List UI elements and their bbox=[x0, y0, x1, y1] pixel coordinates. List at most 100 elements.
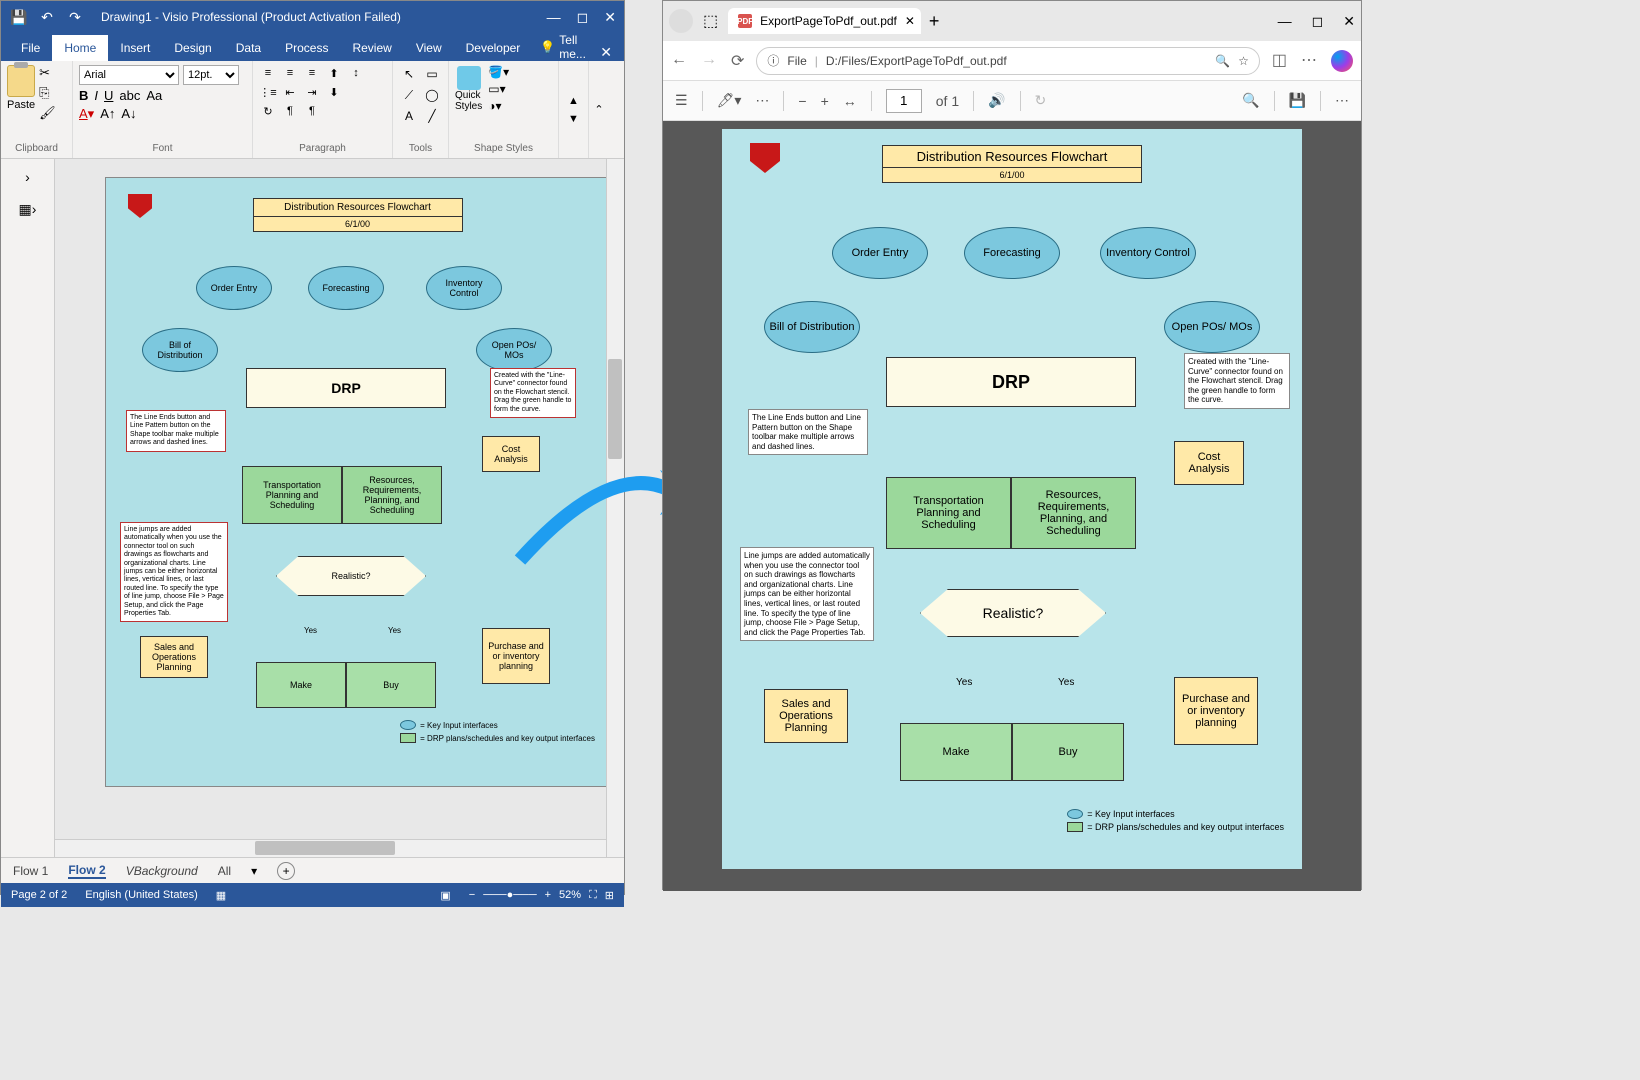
page-input[interactable] bbox=[886, 89, 922, 113]
scroll-down-icon[interactable]: ▼ bbox=[568, 113, 579, 125]
contents-icon[interactable]: ☰ bbox=[675, 92, 688, 109]
bullets-icon[interactable]: ⋮≡ bbox=[259, 84, 277, 100]
tab-close-icon[interactable]: ✕ bbox=[905, 14, 915, 28]
draw-icon[interactable]: 🖊▾ bbox=[717, 92, 742, 109]
tab-review[interactable]: Review bbox=[340, 35, 403, 61]
presentation-icon[interactable]: ▣ bbox=[440, 889, 450, 902]
line-tool-icon[interactable]: ╱ bbox=[422, 107, 442, 125]
fit-page-icon[interactable]: ⛶ bbox=[589, 889, 597, 902]
language-indicator[interactable]: English (United States) bbox=[85, 889, 198, 901]
pan-icon[interactable]: ⊞ bbox=[605, 889, 614, 902]
zoom-in-icon[interactable]: + bbox=[545, 889, 551, 901]
paste-button[interactable]: Paste bbox=[7, 65, 35, 121]
font-name-select[interactable]: Arial bbox=[79, 65, 179, 85]
align-center-icon[interactable]: ≡ bbox=[281, 65, 299, 81]
favorite-icon[interactable]: ☆ bbox=[1238, 54, 1249, 68]
tab-developer[interactable]: Developer bbox=[454, 35, 533, 61]
font-size-down-button[interactable]: A↓ bbox=[121, 106, 136, 122]
maximize-icon[interactable]: ◻ bbox=[1312, 13, 1324, 30]
redo-icon[interactable]: ↷ bbox=[65, 7, 85, 27]
tab-process[interactable]: Process bbox=[273, 35, 340, 61]
ribbon-expand-icon[interactable]: ⌃ bbox=[589, 61, 609, 158]
align-left-icon[interactable]: ≡ bbox=[259, 65, 277, 81]
workspaces-icon[interactable]: ⬚ bbox=[703, 11, 718, 31]
italic-button[interactable]: I bbox=[94, 88, 98, 103]
pagetab-all[interactable]: All bbox=[218, 864, 231, 878]
close-icon[interactable]: ✕ bbox=[604, 9, 616, 26]
line-button[interactable]: ▭▾ bbox=[488, 82, 509, 96]
save-icon[interactable]: 💾 bbox=[1289, 92, 1306, 109]
pagetab-flow2[interactable]: Flow 2 bbox=[68, 863, 105, 879]
pagetab-flow1[interactable]: Flow 1 bbox=[13, 864, 48, 878]
bold-button[interactable]: B bbox=[79, 88, 88, 103]
text-tool-icon[interactable]: A bbox=[399, 107, 419, 125]
copilot-icon[interactable] bbox=[1331, 50, 1353, 72]
rotate-icon[interactable]: ↻ bbox=[259, 103, 277, 119]
pagetab-dropdown-icon[interactable]: ▾ bbox=[251, 864, 257, 878]
para-2-icon[interactable]: ¶ bbox=[303, 103, 321, 119]
rotate-icon[interactable]: ↻ bbox=[1035, 92, 1047, 109]
quick-styles-button[interactable]: Quick Styles bbox=[455, 66, 482, 112]
add-page-button[interactable]: + bbox=[277, 862, 295, 880]
para-1-icon[interactable]: ¶ bbox=[281, 103, 299, 119]
fill-button[interactable]: 🪣▾ bbox=[488, 65, 509, 79]
url-input[interactable]: ⓘ File | D:/Files/ExportPageToPdf_out.pd… bbox=[756, 47, 1259, 75]
ellipse-tool-icon[interactable]: ◯ bbox=[422, 86, 442, 104]
cut-icon[interactable]: ✂ bbox=[39, 65, 56, 81]
rect-tool-icon[interactable]: ▭ bbox=[422, 65, 442, 83]
new-tab-button[interactable]: + bbox=[929, 11, 940, 32]
split-screen-icon[interactable]: ◫ bbox=[1272, 50, 1287, 72]
zoom-value[interactable]: 52% bbox=[559, 889, 581, 901]
read-aloud-icon[interactable]: 🔊 bbox=[988, 92, 1005, 109]
fit-width-icon[interactable]: ↔ bbox=[843, 93, 857, 109]
tab-insert[interactable]: Insert bbox=[108, 35, 162, 61]
font-color-button[interactable]: A▾ bbox=[79, 106, 94, 122]
copy-icon[interactable]: ⎘ bbox=[39, 85, 56, 101]
effects-button[interactable]: ◑▾ bbox=[488, 99, 509, 113]
align-mid-icon[interactable]: ↕ bbox=[347, 65, 365, 81]
forward-icon[interactable]: → bbox=[701, 51, 717, 71]
refresh-icon[interactable]: ⟳ bbox=[731, 51, 744, 71]
align-right-icon[interactable]: ≡ bbox=[303, 65, 321, 81]
underline-button[interactable]: U bbox=[104, 88, 113, 103]
browser-tab[interactable]: PDF ExportPageToPdf_out.pdf ✕ bbox=[728, 8, 921, 34]
tab-file[interactable]: File bbox=[9, 35, 52, 61]
scroll-up-icon[interactable]: ▲ bbox=[568, 95, 579, 107]
undo-icon[interactable]: ↶ bbox=[37, 7, 57, 27]
tab-data[interactable]: Data bbox=[224, 35, 273, 61]
macro-icon[interactable]: ▦ bbox=[216, 889, 226, 902]
zoom-out-icon[interactable]: − bbox=[469, 889, 475, 901]
zoom-in-icon[interactable]: + bbox=[821, 93, 829, 109]
minimize-icon[interactable]: — bbox=[1278, 13, 1292, 30]
tab-home[interactable]: Home bbox=[52, 35, 108, 61]
grow-font-button[interactable]: Aa bbox=[146, 88, 162, 103]
site-info-icon[interactable]: ⓘ bbox=[767, 52, 779, 69]
align-bot-icon[interactable]: ⬇ bbox=[325, 84, 343, 100]
zoom-lens-icon[interactable]: 🔍 bbox=[1215, 54, 1230, 68]
toolbar-menu-icon[interactable]: ⋯ bbox=[1335, 92, 1349, 109]
indent-dec-icon[interactable]: ⇤ bbox=[281, 84, 299, 100]
find-icon[interactable]: 🔍 bbox=[1242, 92, 1259, 109]
back-icon[interactable]: ← bbox=[671, 51, 687, 71]
zoom-out-icon[interactable]: − bbox=[798, 93, 806, 109]
pagetab-vbackground[interactable]: VBackground bbox=[126, 864, 198, 878]
scrollbar-horizontal[interactable] bbox=[55, 839, 606, 857]
more-icon[interactable]: ⋯ bbox=[755, 92, 769, 109]
tell-me[interactable]: 💡 Tell me... bbox=[540, 33, 600, 61]
strike-button[interactable]: abc bbox=[119, 88, 140, 103]
doc-close-icon[interactable]: ✕ bbox=[600, 44, 612, 61]
minimize-icon[interactable]: — bbox=[547, 9, 561, 26]
tab-design[interactable]: Design bbox=[162, 35, 223, 61]
align-top-icon[interactable]: ⬆ bbox=[325, 65, 343, 81]
format-painter-icon[interactable]: 🖌 bbox=[39, 105, 56, 121]
stencil-icon[interactable]: ▦› bbox=[19, 201, 37, 218]
font-size-select[interactable]: 12pt. bbox=[183, 65, 239, 85]
shapes-expand-icon[interactable]: › bbox=[25, 169, 30, 185]
save-icon[interactable]: 💾 bbox=[9, 7, 29, 27]
pointer-tool-icon[interactable]: ↖ bbox=[399, 65, 419, 83]
connector-tool-icon[interactable]: ⟋ bbox=[399, 86, 419, 104]
close-icon[interactable]: ✕ bbox=[1343, 13, 1355, 30]
profile-icon[interactable] bbox=[669, 9, 693, 33]
zoom-slider[interactable]: ───●─── bbox=[483, 889, 536, 901]
pdf-viewer[interactable]: Distribution Resources Flowchart 6/1/00 … bbox=[663, 121, 1361, 891]
